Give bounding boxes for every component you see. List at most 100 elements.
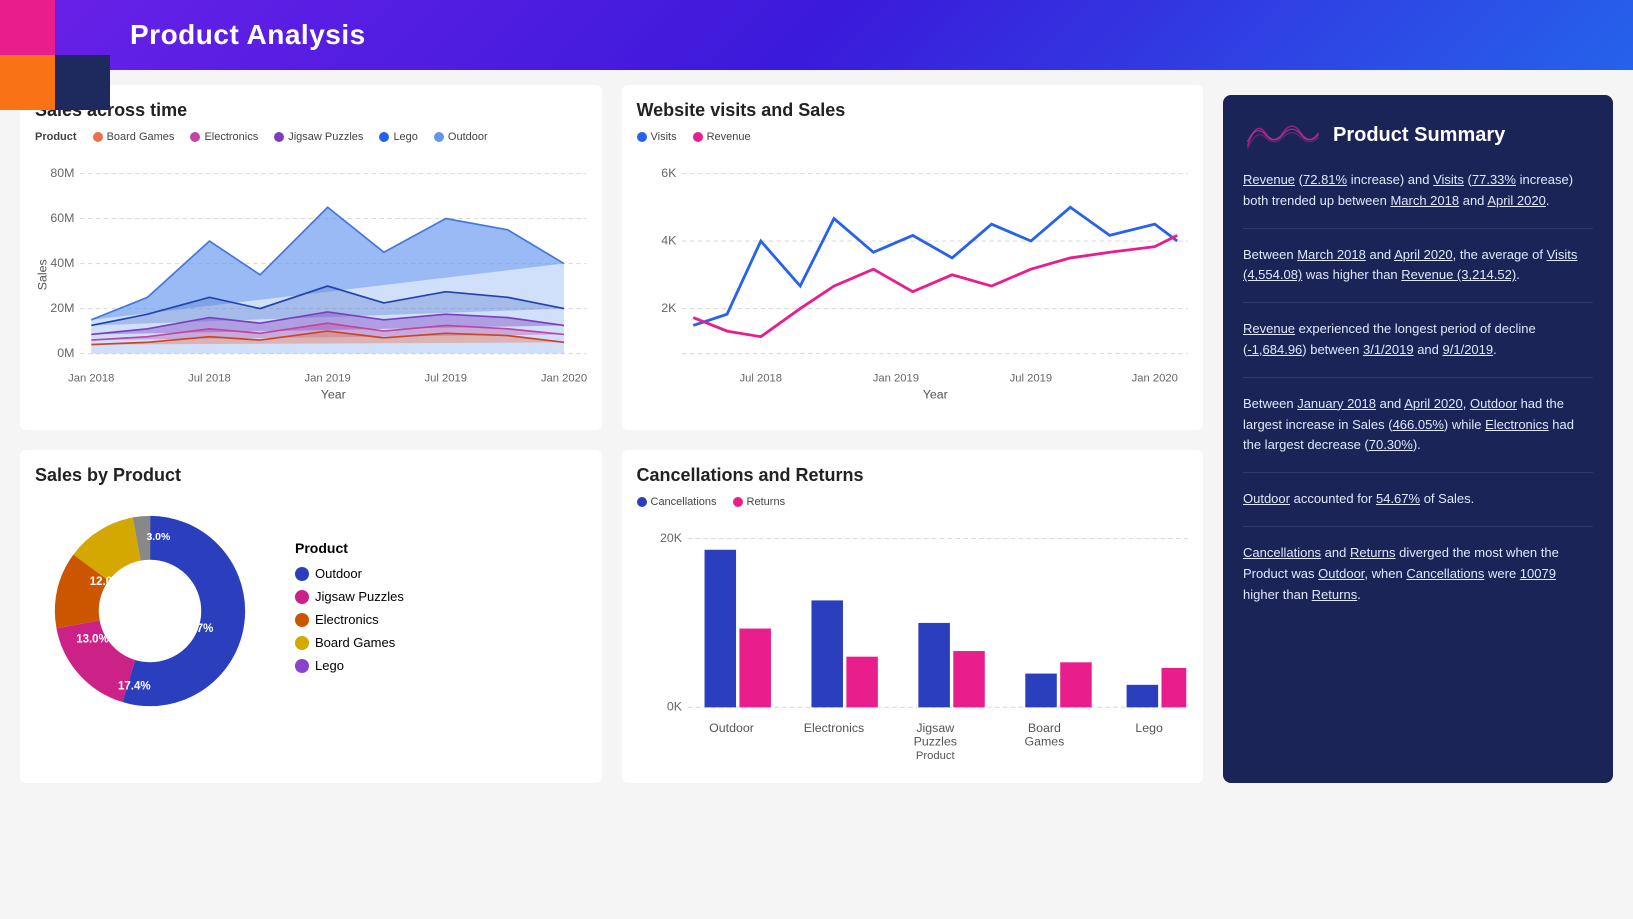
donut-legend-electronics: Electronics (295, 612, 404, 627)
main-content: Sales across time Product Board Games El… (0, 70, 1633, 798)
logo-orange-square (0, 55, 55, 110)
charts-area: Sales across time Product Board Games El… (20, 85, 1203, 783)
svg-text:20K: 20K (659, 531, 682, 545)
svg-text:Lego: Lego (1135, 721, 1163, 735)
svg-text:Jul 2018: Jul 2018 (188, 373, 231, 385)
svg-text:Year: Year (922, 388, 947, 402)
legend-returns: Returns (733, 496, 786, 508)
wave-decoration (1243, 115, 1323, 155)
charts-bottom-row: Sales by Product (20, 450, 1203, 784)
svg-text:3.0%: 3.0% (146, 532, 170, 543)
boardgames-returns-bar (1060, 662, 1092, 707)
visits-dot (637, 132, 647, 142)
legend-revenue: Revenue (693, 131, 751, 143)
svg-text:Electronics: Electronics (803, 721, 864, 735)
summary-para-6: Cancellations and Returns diverged the m… (1243, 543, 1593, 621)
svg-text:2K: 2K (661, 301, 677, 315)
outdoor-returns-bar (739, 628, 771, 707)
svg-text:0M: 0M (57, 346, 74, 360)
electronics-cancel-bar (811, 600, 843, 707)
legend-electronics: Electronics (190, 131, 258, 143)
donut-legend-jigsaw: Jigsaw Puzzles (295, 589, 404, 604)
product-summary-panel: Product Summary Revenue (72.81% increase… (1223, 95, 1613, 783)
svg-text:Jan 2019: Jan 2019 (872, 373, 918, 385)
svg-text:12.0%: 12.0% (90, 576, 123, 588)
svg-text:6K: 6K (661, 166, 677, 180)
legend-lego: Lego (379, 131, 417, 143)
donut-area: 54.7% 17.4% 13.0% 12.0% 3.0% Product Out… (35, 496, 587, 726)
donut-svg: 54.7% 17.4% 13.0% 12.0% 3.0% (35, 496, 265, 726)
panel-header: Product Summary (1243, 115, 1593, 155)
svg-text:Jul 2019: Jul 2019 (1009, 373, 1052, 385)
electronics-returns-bar (846, 657, 878, 708)
donut-legend: Product Outdoor Jigsaw Puzzles Electroni… (295, 540, 404, 681)
svg-text:54.7%: 54.7% (181, 623, 214, 635)
svg-text:17.4%: 17.4% (118, 680, 151, 692)
returns-dot (733, 497, 743, 507)
website-visits-chart: Website visits and Sales Visits Revenue (622, 85, 1204, 430)
donut-legend-lego: Lego (295, 658, 404, 673)
lego-returns-bar (1161, 668, 1186, 707)
outdoor-dot (434, 132, 444, 142)
donut-legend-boardgames: Board Games (295, 635, 404, 650)
svg-text:Product: Product (915, 750, 955, 762)
page-title: Product Analysis (130, 19, 366, 51)
cancellations-chart: Cancellations and Returns Cancellations … (622, 450, 1204, 784)
board-games-dot (93, 132, 103, 142)
jigsaw-dot (274, 132, 284, 142)
svg-text:Sales: Sales (35, 259, 49, 290)
revenue-dot (693, 132, 703, 142)
svg-text:Puzzles: Puzzles (913, 734, 956, 748)
sales-across-time-chart: Sales across time Product Board Games El… (20, 85, 602, 430)
sales-by-product-chart: Sales by Product (20, 450, 602, 784)
legend-cancellations: Cancellations (637, 496, 717, 508)
donut-legend-outdoor: Outdoor (295, 566, 404, 581)
visits-legend: Visits Revenue (637, 131, 1189, 143)
jigsaw-cancel-bar (918, 623, 950, 707)
svg-text:13.0%: 13.0% (76, 633, 109, 645)
svg-text:0K: 0K (666, 700, 682, 714)
logo-pink-square (0, 0, 55, 55)
cancellations-dot (637, 497, 647, 507)
jigsaw-returns-bar (953, 651, 985, 707)
svg-text:60M: 60M (50, 211, 74, 225)
cancellations-title: Cancellations and Returns (637, 465, 1189, 486)
summary-panel-title: Product Summary (1333, 124, 1505, 147)
bar-chart-svg: 20K 0K (637, 516, 1189, 764)
boardgames-cancel-bar (1025, 673, 1057, 707)
svg-text:Jul 2018: Jul 2018 (739, 373, 782, 385)
legend-outdoor: Outdoor (434, 131, 488, 143)
lego-dot (379, 132, 389, 142)
svg-text:20M: 20M (50, 301, 74, 315)
svg-text:Year: Year (321, 388, 346, 402)
svg-text:Board: Board (1027, 721, 1060, 735)
legend-board-games: Board Games (93, 131, 175, 143)
summary-para-1: Revenue (72.81% increase) and Visits (77… (1243, 170, 1593, 229)
svg-text:Jigsaw: Jigsaw (916, 721, 954, 735)
sales-time-svg: 80M 60M 40M 20M 0M Jan 2018 Jul 2018 Jan… (35, 151, 587, 410)
svg-text:4K: 4K (661, 233, 677, 247)
summary-para-3: Revenue experienced the longest period o… (1243, 319, 1593, 378)
outdoor-cancel-bar (704, 550, 736, 708)
svg-text:Jan 2019: Jan 2019 (304, 373, 350, 385)
svg-text:Jan 2020: Jan 2020 (541, 373, 587, 385)
legend-visits: Visits (637, 131, 677, 143)
logo-dark-square (55, 55, 110, 110)
charts-top-row: Sales across time Product Board Games El… (20, 85, 1203, 430)
product-legend: Product Board Games Electronics Jigsaw P… (35, 131, 587, 143)
svg-text:80M: 80M (50, 166, 74, 180)
electronics-dot (190, 132, 200, 142)
svg-text:Jan 2018: Jan 2018 (68, 373, 114, 385)
svg-text:Outdoor: Outdoor (709, 721, 754, 735)
svg-text:Jan 2020: Jan 2020 (1131, 373, 1177, 385)
header: Product Analysis (0, 0, 1633, 70)
svg-text:40M: 40M (50, 256, 74, 270)
sales-product-title: Sales by Product (35, 465, 587, 486)
website-chart-title: Website visits and Sales (637, 100, 1189, 121)
summary-para-5: Outdoor accounted for 54.67% of Sales. (1243, 489, 1593, 527)
cancellations-legend: Cancellations Returns (637, 496, 1189, 508)
summary-para-4: Between January 2018 and April 2020, Out… (1243, 394, 1593, 473)
logo-block (0, 0, 120, 130)
legend-jigsaw: Jigsaw Puzzles (274, 131, 363, 143)
visits-svg: 6K 4K 2K Jul 2018 Jan 2019 Jul 2019 Jan … (637, 151, 1189, 410)
